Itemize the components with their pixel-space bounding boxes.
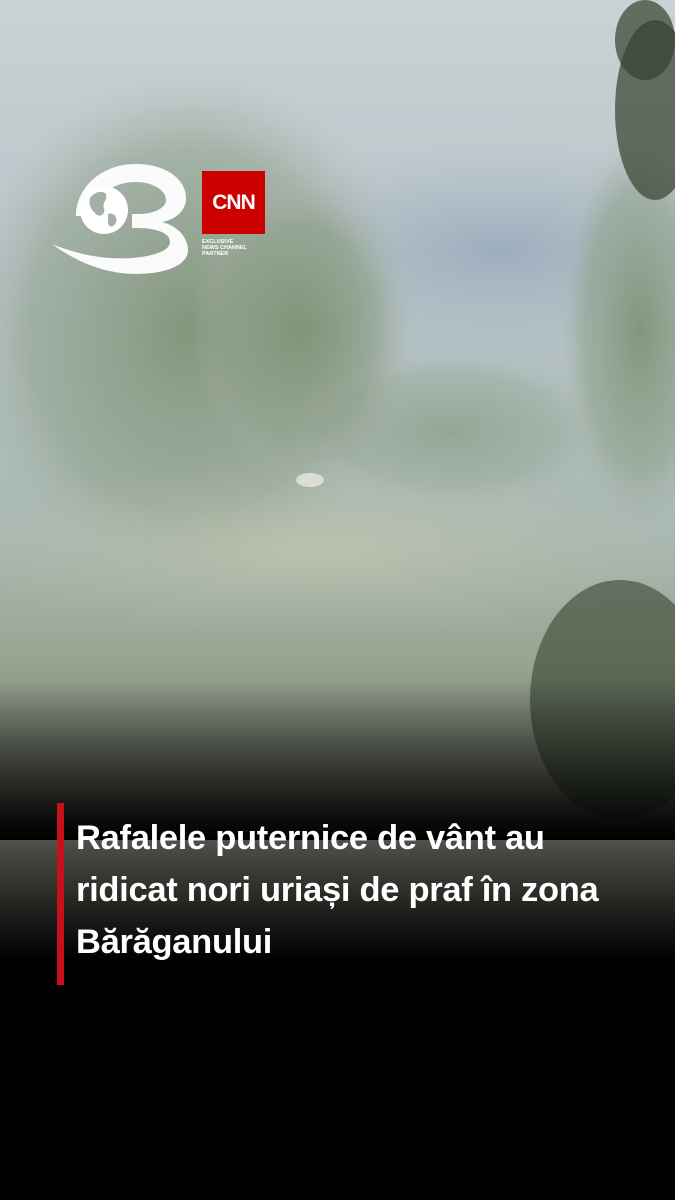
video-headline: Rafalele puternice de vânt au ridicat no… (76, 812, 671, 968)
cnn-logo: CNN (202, 171, 265, 234)
channel-logo-icon (52, 164, 188, 274)
partner-line-3: PARTNER (202, 251, 229, 258)
headline-line-2: ridicat nori uriași de praf în zona (76, 871, 599, 909)
cnn-logo-label: CNN (212, 190, 256, 214)
headline-line-3: Bărăganului (76, 923, 273, 961)
cnn-partner-text: EXCLUSIVE NEWS CHANNEL PARTNER (202, 239, 282, 258)
headline-accent-bar (57, 803, 64, 985)
headline-line-1: Rafalele puternice de vânt au (76, 819, 545, 857)
